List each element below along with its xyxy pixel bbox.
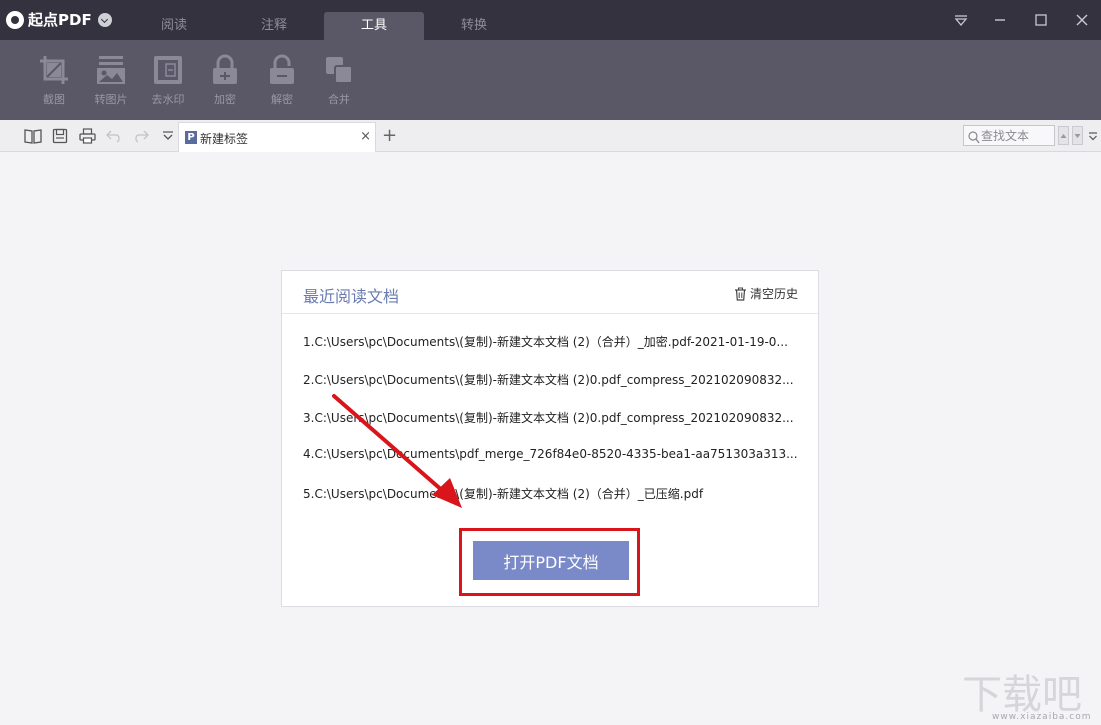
- recent-documents-list: 1.C:\Users\pc\Documents\(复制)-新建文本文档 (2)（…: [303, 333, 798, 523]
- recent-document-item[interactable]: 2.C:\Users\pc\Documents\(复制)-新建文本文档 (2)0…: [303, 371, 798, 409]
- new-tab-icon[interactable]: +: [382, 125, 397, 146]
- merge-label: 合并: [328, 93, 350, 106]
- toolbar-options-chevron-icon[interactable]: [1086, 127, 1100, 145]
- svg-text:下载吧: 下载吧: [962, 672, 1082, 714]
- to-image-button[interactable]: 转图片: [83, 54, 139, 107]
- encrypt-button[interactable]: 加密: [197, 54, 253, 107]
- crop-icon: [38, 54, 70, 86]
- lock-icon: [209, 54, 241, 86]
- open-book-icon[interactable]: [24, 127, 42, 145]
- clear-history-button[interactable]: 清空历史: [734, 285, 798, 302]
- crop-button[interactable]: 截图: [26, 54, 82, 107]
- decrypt-label: 解密: [271, 93, 293, 106]
- search-prev-button[interactable]: [1058, 126, 1069, 145]
- merge-button[interactable]: 合并: [311, 54, 367, 107]
- recent-documents-panel: 最近阅读文档 清空历史 1.C:\Users\pc\Documents\(复制)…: [281, 270, 819, 607]
- remove-watermark-label: 去水印: [151, 93, 185, 106]
- search-input[interactable]: [981, 127, 1053, 144]
- search-box: [963, 125, 1055, 146]
- merge-icon: [323, 54, 355, 86]
- tab-read[interactable]: 阅读: [124, 12, 224, 40]
- search-next-button[interactable]: [1072, 126, 1083, 145]
- chevron-down-icon[interactable]: [159, 127, 177, 145]
- recent-document-item[interactable]: 4.C:\Users\pc\Documents\pdf_merge_726f84…: [303, 447, 798, 485]
- maximize-icon[interactable]: [1029, 8, 1053, 32]
- recent-document-item[interactable]: 1.C:\Users\pc\Documents\(复制)-新建文本文档 (2)（…: [303, 333, 798, 371]
- watermark-remove-icon: [152, 54, 184, 86]
- save-icon[interactable]: [51, 127, 69, 145]
- app-logo-icon: [6, 10, 24, 29]
- app-menu-chevron-icon[interactable]: [97, 12, 112, 27]
- app-logo[interactable]: 起点PDF: [6, 9, 112, 30]
- to-image-label: 转图片: [94, 93, 128, 106]
- tab-strip: P 新建标签 × +: [0, 120, 1101, 152]
- trash-icon: [734, 287, 746, 301]
- crop-label: 截图: [43, 93, 65, 106]
- document-tab[interactable]: P 新建标签 ×: [178, 122, 376, 152]
- unlock-icon: [266, 54, 298, 86]
- pdf-file-icon: P: [185, 131, 197, 144]
- recent-document-item[interactable]: 3.C:\Users\pc\Documents\(复制)-新建文本文档 (2)0…: [303, 409, 798, 447]
- redo-icon[interactable]: [132, 127, 150, 145]
- tab-convert[interactable]: 转换: [424, 12, 524, 40]
- image-convert-icon: [95, 54, 127, 86]
- document-tab-title: 新建标签: [200, 132, 249, 146]
- tab-close-icon[interactable]: ×: [360, 129, 371, 144]
- remove-watermark-button[interactable]: 去水印: [140, 54, 196, 107]
- panel-header: 最近阅读文档 清空历史: [282, 271, 818, 314]
- clear-history-label: 清空历史: [749, 287, 798, 301]
- tab-annotate[interactable]: 注释: [224, 12, 324, 40]
- encrypt-label: 加密: [214, 93, 236, 106]
- search-icon: [968, 129, 980, 148]
- open-pdf-button[interactable]: 打开PDF文档: [473, 541, 629, 580]
- recent-documents-title: 最近阅读文档: [303, 287, 400, 306]
- print-icon[interactable]: [78, 127, 96, 145]
- title-bar: 起点PDF 阅读 注释 工具 转换: [0, 0, 1101, 40]
- tools-toolbar: 截图 转图片 去水印 加密 解密 合并: [0, 40, 1101, 120]
- watermark-url: www.xiazaiba.com: [992, 712, 1092, 722]
- decrypt-button[interactable]: 解密: [254, 54, 310, 107]
- tab-tools[interactable]: 工具: [324, 12, 424, 40]
- undo-icon[interactable]: [105, 127, 123, 145]
- recent-document-item[interactable]: 5.C:\Users\pc\Documents\(复制)-新建文本文档 (2)（…: [303, 485, 798, 523]
- dropdown-icon[interactable]: [949, 8, 973, 32]
- close-icon[interactable]: [1070, 8, 1094, 32]
- app-name: 起点PDF: [28, 11, 92, 29]
- site-watermark-logo: 下载吧: [962, 672, 1082, 714]
- minimize-icon[interactable]: [988, 8, 1012, 32]
